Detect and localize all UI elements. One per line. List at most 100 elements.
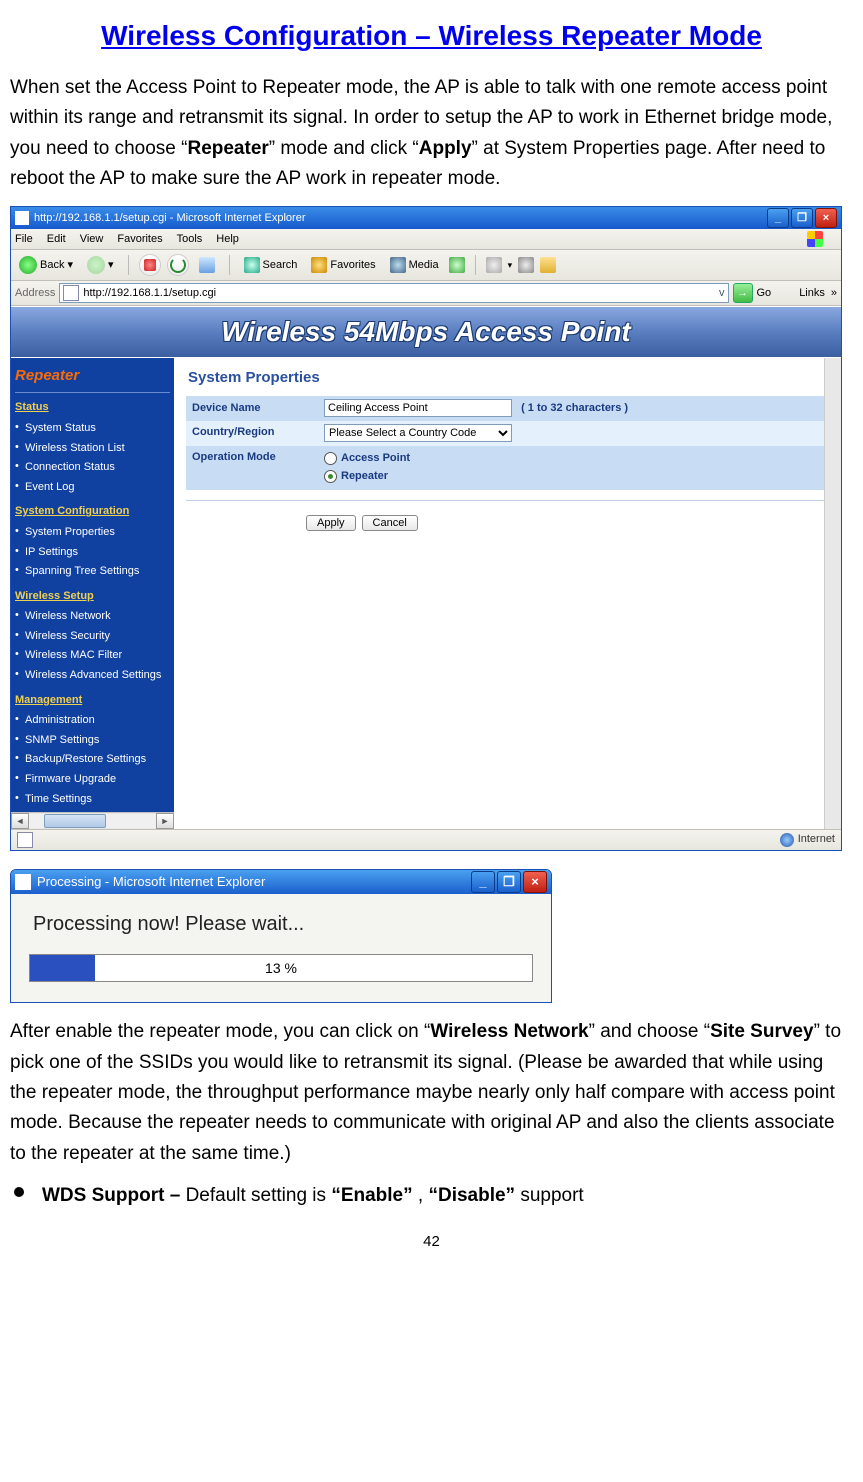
address-label: Address bbox=[15, 285, 55, 303]
country-label: Country/Region bbox=[186, 421, 318, 446]
nav-wireless-mac-filter[interactable]: Wireless MAC Filter bbox=[15, 646, 170, 666]
maximize-button[interactable]: ❐ bbox=[791, 208, 813, 228]
ie-addressbar: Address http://192.168.1.1/setup.cgi v →… bbox=[11, 281, 841, 306]
text: support bbox=[515, 1185, 584, 1206]
back-button[interactable]: Back ▾ bbox=[15, 254, 77, 276]
nav-backup-restore[interactable]: Backup/Restore Settings bbox=[15, 750, 170, 770]
nav-spanning-tree[interactable]: Spanning Tree Settings bbox=[15, 562, 170, 582]
router-sidebar: Repeater Status System Status Wireless S… bbox=[11, 358, 174, 829]
scroll-left-icon[interactable]: ◄ bbox=[11, 813, 29, 829]
print-icon[interactable] bbox=[518, 257, 534, 273]
minimize-button[interactable]: _ bbox=[471, 871, 495, 893]
opmode-repeater-row[interactable]: Repeater bbox=[324, 468, 823, 486]
media-label: Media bbox=[409, 257, 439, 275]
menu-edit[interactable]: Edit bbox=[47, 231, 66, 249]
scroll-track[interactable] bbox=[29, 814, 156, 828]
window-title: http://192.168.1.1/setup.cgi - Microsoft… bbox=[34, 210, 765, 228]
device-name-input[interactable] bbox=[324, 399, 512, 417]
bullet-wds: WDS Support – Default setting is “Enable… bbox=[10, 1181, 853, 1211]
country-select[interactable]: Please Select a Country Code bbox=[324, 424, 512, 442]
content-scrollbar[interactable] bbox=[824, 358, 841, 829]
nav-time-settings[interactable]: Time Settings bbox=[15, 790, 170, 810]
page-icon bbox=[63, 285, 79, 301]
text: , bbox=[413, 1185, 429, 1206]
address-input[interactable]: http://192.168.1.1/setup.cgi v bbox=[59, 283, 728, 303]
nav-ip-settings[interactable]: IP Settings bbox=[15, 543, 170, 563]
nav-snmp-settings[interactable]: SNMP Settings bbox=[15, 731, 170, 751]
nav-wireless-advanced[interactable]: Wireless Advanced Settings bbox=[15, 666, 170, 686]
minimize-button[interactable]: _ bbox=[767, 208, 789, 228]
group-management[interactable]: Management bbox=[15, 692, 170, 710]
nav-event-log[interactable]: Event Log bbox=[15, 478, 170, 498]
content-title: System Properties bbox=[188, 366, 829, 390]
properties-table: Device Name ( 1 to 32 characters ) Count… bbox=[186, 396, 829, 489]
text: After enable the repeater mode, you can … bbox=[10, 1021, 430, 1042]
menu-file[interactable]: File bbox=[15, 231, 33, 249]
scroll-right-icon[interactable]: ► bbox=[156, 813, 174, 829]
wds-label: WDS Support – bbox=[42, 1185, 186, 1206]
text: Default setting is bbox=[186, 1185, 332, 1206]
separator bbox=[475, 255, 476, 275]
radio-icon[interactable] bbox=[324, 452, 337, 465]
media-button[interactable]: Media bbox=[386, 255, 443, 277]
menu-help[interactable]: Help bbox=[216, 231, 239, 249]
zone-label: Internet bbox=[798, 831, 835, 849]
stop-icon[interactable] bbox=[139, 254, 161, 276]
kw-site-survey: Site Survey bbox=[710, 1021, 814, 1042]
address-value: http://192.168.1.1/setup.cgi bbox=[83, 285, 216, 303]
opmode-ap-label: Access Point bbox=[341, 450, 410, 468]
close-button[interactable]: × bbox=[815, 208, 837, 228]
apply-button[interactable]: Apply bbox=[306, 515, 356, 531]
bullet-list: WDS Support – Default setting is “Enable… bbox=[10, 1181, 853, 1211]
search-button[interactable]: Search bbox=[240, 255, 302, 277]
chevron-icon[interactable]: » bbox=[831, 285, 837, 303]
edit-icon[interactable] bbox=[540, 257, 556, 273]
progress-bar: 13 % bbox=[29, 954, 533, 982]
cancel-button[interactable]: Cancel bbox=[362, 515, 418, 531]
favorites-label: Favorites bbox=[330, 257, 375, 275]
favorites-button[interactable]: Favorites bbox=[307, 255, 379, 277]
group-status[interactable]: Status bbox=[15, 399, 170, 417]
nav-administration[interactable]: Administration bbox=[15, 711, 170, 731]
device-name-label: Device Name bbox=[186, 396, 318, 421]
opmode-ap-row[interactable]: Access Point bbox=[324, 450, 823, 468]
page-number: 42 bbox=[10, 1230, 853, 1254]
menu-view[interactable]: View bbox=[80, 231, 104, 249]
nav-wireless-station-list[interactable]: Wireless Station List bbox=[15, 439, 170, 459]
media-icon bbox=[390, 257, 406, 273]
maximize-button[interactable]: ❐ bbox=[497, 871, 521, 893]
mail-icon[interactable] bbox=[486, 257, 502, 273]
dropdown-icon[interactable]: v bbox=[719, 285, 725, 303]
paragraph-2: After enable the repeater mode, you can … bbox=[10, 1017, 853, 1169]
go-button[interactable]: → bbox=[733, 283, 753, 303]
nav-wireless-security[interactable]: Wireless Security bbox=[15, 627, 170, 647]
links-label[interactable]: Links bbox=[799, 285, 825, 303]
group-wireless-setup[interactable]: Wireless Setup bbox=[15, 588, 170, 606]
refresh-icon[interactable] bbox=[167, 254, 189, 276]
dropdown-icon[interactable]: ▾ bbox=[508, 258, 513, 272]
processing-window: Processing - Microsoft Internet Explorer… bbox=[10, 869, 552, 1003]
text: ” to pick one of the SSIDs you would lik… bbox=[10, 1021, 841, 1164]
nav-firmware-upgrade[interactable]: Firmware Upgrade bbox=[15, 770, 170, 790]
menu-favorites[interactable]: Favorites bbox=[117, 231, 162, 249]
back-label: Back bbox=[40, 257, 64, 275]
home-button[interactable] bbox=[195, 255, 219, 275]
group-system-configuration[interactable]: System Configuration bbox=[15, 503, 170, 521]
forward-button[interactable]: ▾ bbox=[83, 254, 118, 276]
nav-system-properties[interactable]: System Properties bbox=[15, 523, 170, 543]
close-button[interactable]: × bbox=[523, 871, 547, 893]
nav-wireless-network[interactable]: Wireless Network bbox=[15, 607, 170, 627]
intro-paragraph: When set the Access Point to Repeater mo… bbox=[10, 73, 853, 195]
ie-toolbar: Back ▾ ▾ Search Favorites Media ▾ bbox=[11, 250, 841, 281]
menu-tools[interactable]: Tools bbox=[177, 231, 203, 249]
progress-label: 13 % bbox=[30, 955, 532, 981]
nav-connection-status[interactable]: Connection Status bbox=[15, 458, 170, 478]
page-icon bbox=[15, 211, 29, 225]
radio-icon[interactable] bbox=[324, 470, 337, 483]
history-icon[interactable] bbox=[449, 257, 465, 273]
internet-zone-icon bbox=[780, 833, 794, 847]
nav-system-status[interactable]: System Status bbox=[15, 419, 170, 439]
scroll-thumb[interactable] bbox=[44, 814, 106, 828]
device-name-hint: ( 1 to 32 characters ) bbox=[521, 402, 628, 414]
sidebar-scrollbar[interactable]: ◄ ► bbox=[11, 812, 174, 829]
